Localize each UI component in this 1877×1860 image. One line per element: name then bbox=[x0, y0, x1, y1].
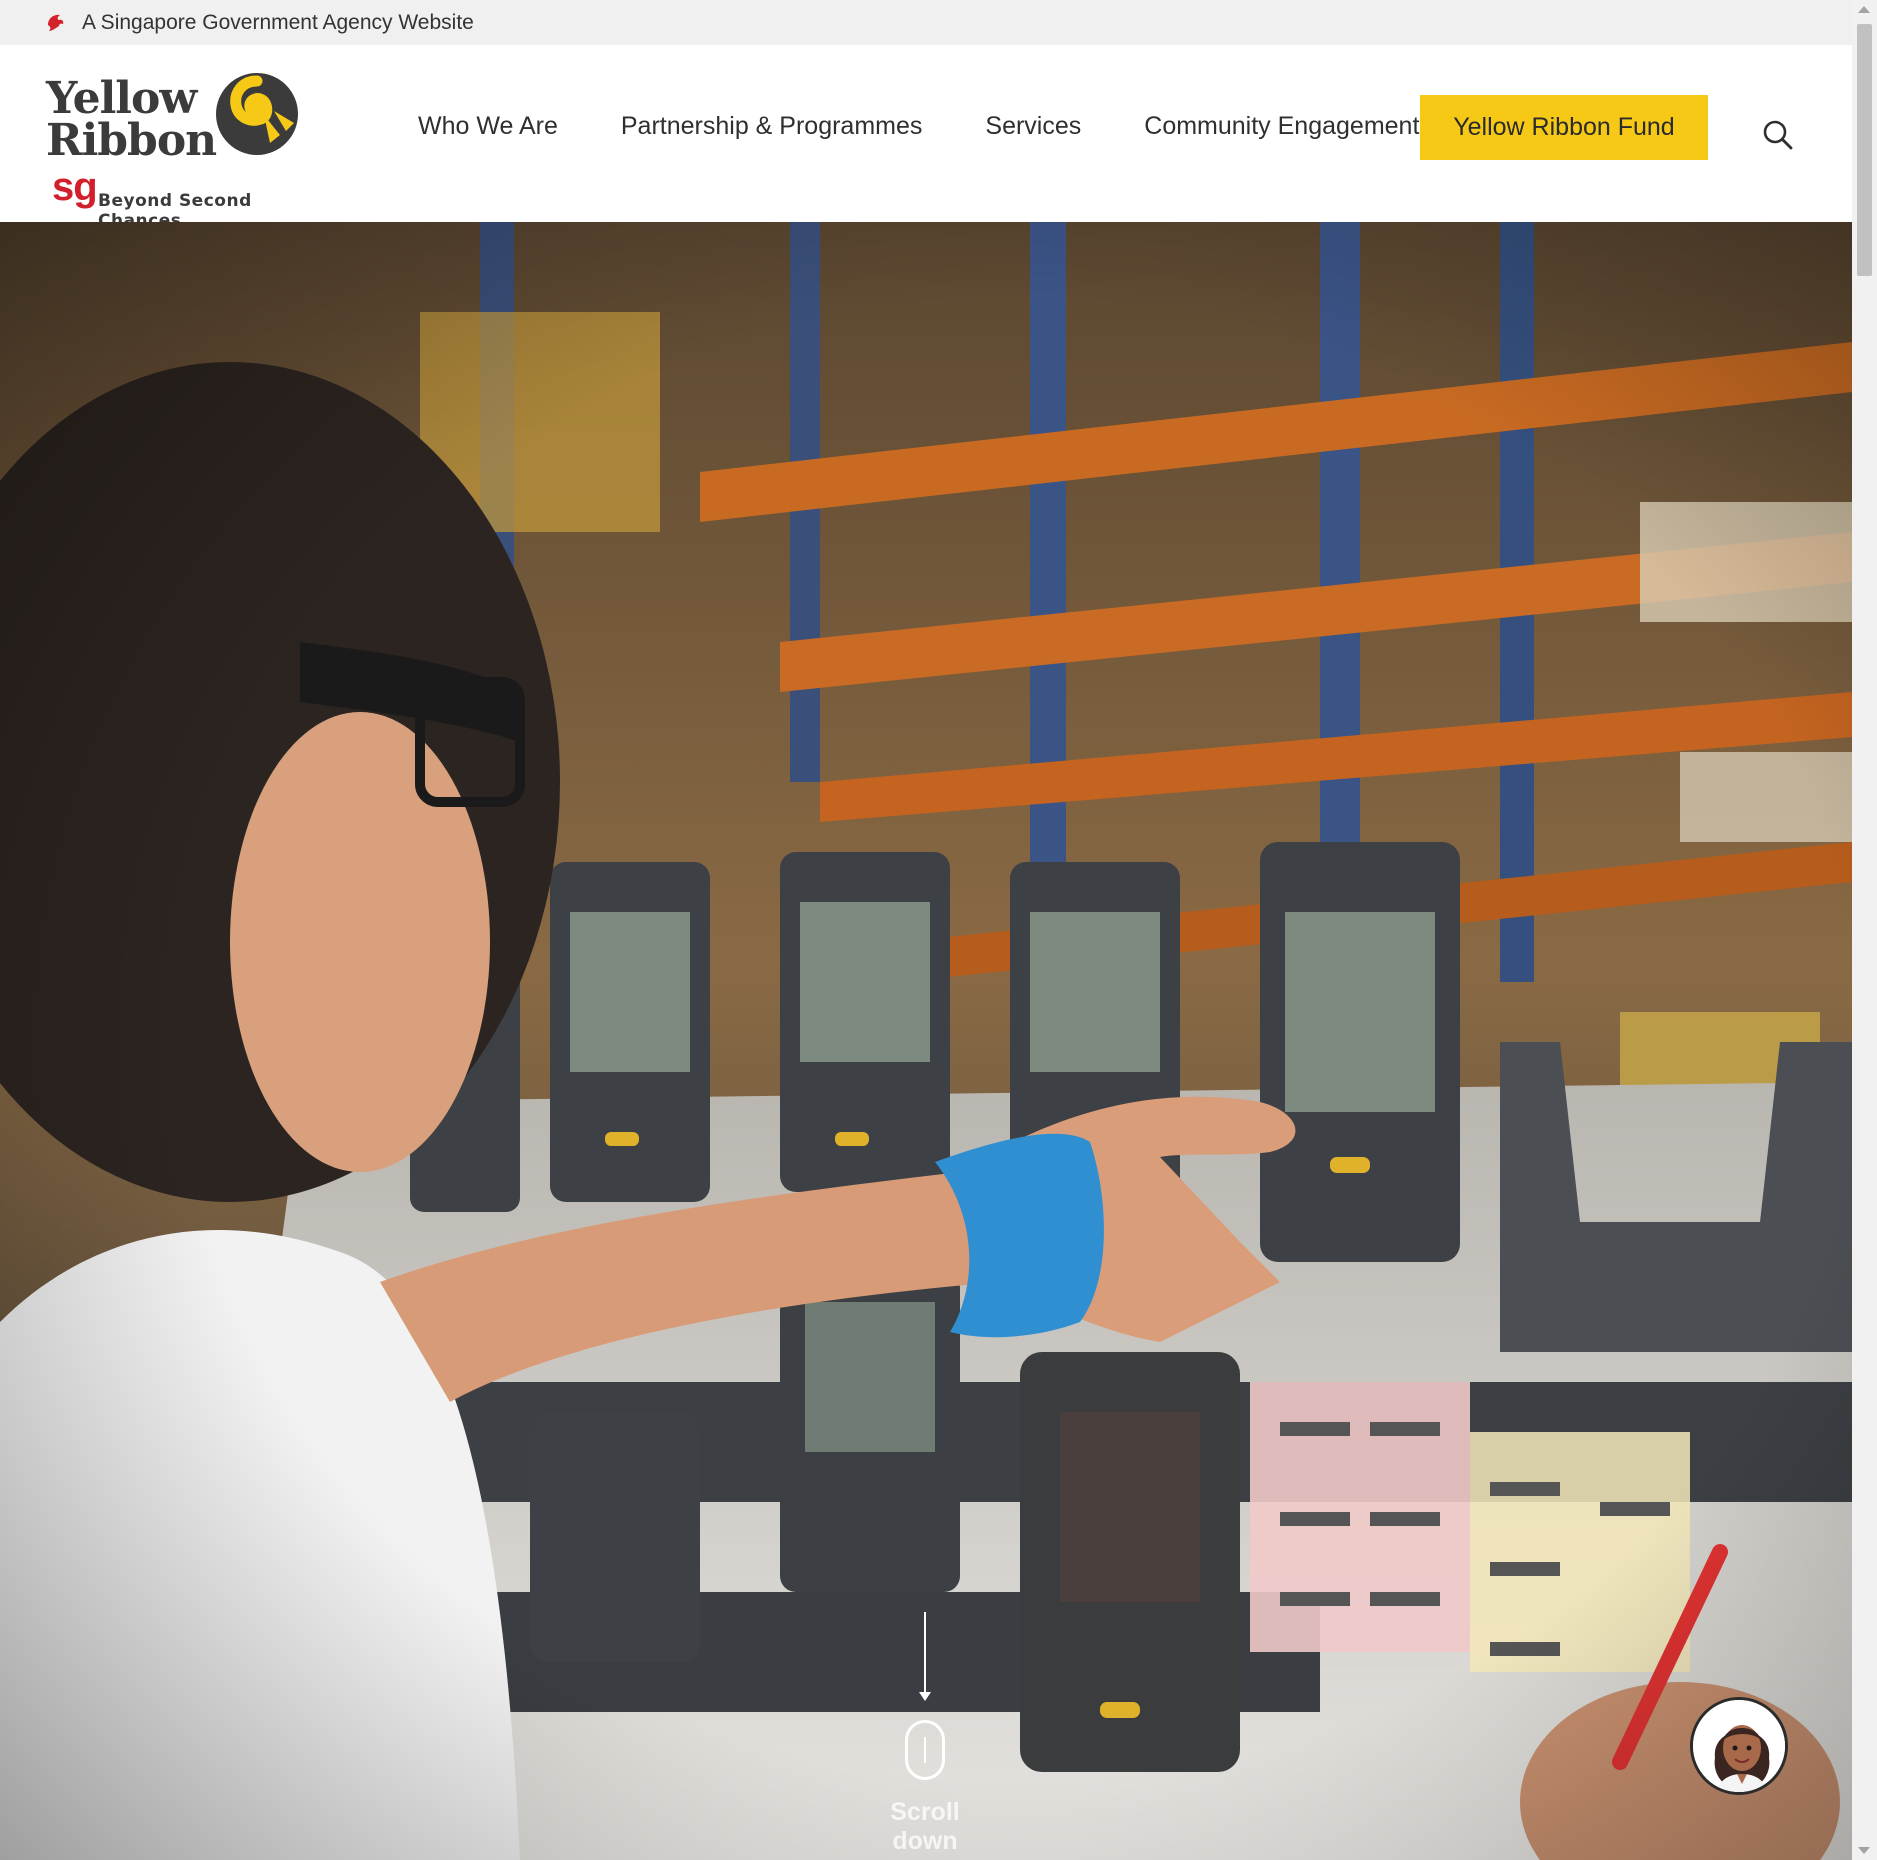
logo-sg: sg bbox=[52, 165, 98, 209]
yellow-ribbon-fund-button[interactable]: Yellow Ribbon Fund bbox=[1420, 95, 1708, 160]
nav-item-services[interactable]: Services bbox=[985, 112, 1081, 141]
scroll-down-cue[interactable]: Scroll down bbox=[860, 1612, 990, 1855]
scroll-down-arrow-icon[interactable] bbox=[1858, 1847, 1870, 1854]
scroll-down-label: Scroll down bbox=[890, 1798, 960, 1855]
gov-banner: A Singapore Government Agency Website bbox=[0, 0, 1852, 45]
scrollbar-thumb[interactable] bbox=[1857, 24, 1872, 276]
yellow-ribbon-icon bbox=[216, 73, 298, 155]
scroll-line bbox=[924, 1612, 926, 1696]
hero-banner: Scroll down bbox=[0, 222, 1852, 1860]
arrow-down-icon bbox=[919, 1692, 931, 1701]
site-header: Yellow Ribbon sg Beyond Second Chances W… bbox=[0, 45, 1852, 231]
mouse-scroll-icon bbox=[905, 1720, 945, 1780]
page-scrollbar[interactable] bbox=[1852, 0, 1877, 1860]
main-nav: Who We Are Partnership & Programmes Serv… bbox=[418, 95, 1482, 157]
page: A Singapore Government Agency Website Ye… bbox=[0, 0, 1877, 1860]
nav-item-who-we-are[interactable]: Who We Are bbox=[418, 112, 558, 141]
lion-head-icon bbox=[48, 14, 64, 31]
gov-banner-text: A Singapore Government Agency Website bbox=[82, 10, 474, 34]
nav-item-partnership-programmes[interactable]: Partnership & Programmes bbox=[621, 112, 923, 141]
nav-item-community-engagement[interactable]: Community Engagement bbox=[1144, 112, 1419, 141]
chatbot-avatar-icon[interactable] bbox=[1690, 1697, 1788, 1795]
scroll-up-arrow-icon[interactable] bbox=[1858, 6, 1870, 13]
logo-word-ribbon: Ribbon bbox=[46, 115, 217, 166]
site-logo[interactable]: Yellow Ribbon sg Beyond Second Chances bbox=[46, 71, 306, 231]
search-icon[interactable] bbox=[1762, 119, 1794, 151]
